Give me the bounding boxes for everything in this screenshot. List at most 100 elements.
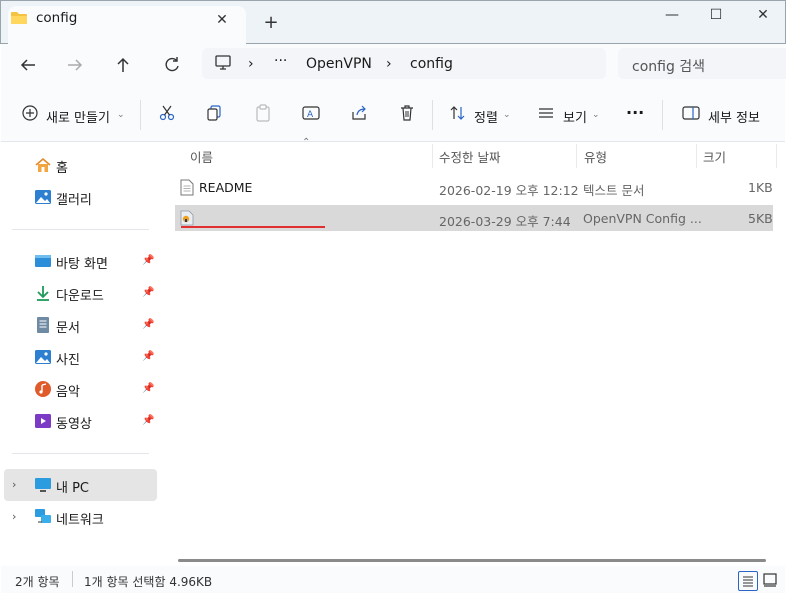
view-button[interactable]: 보기 [563, 107, 587, 126]
download-icon [34, 284, 52, 304]
tab-close-button[interactable]: ✕ [211, 9, 233, 31]
up-button[interactable] [112, 54, 134, 76]
forward-button[interactable] [64, 54, 86, 76]
breadcrumb-separator[interactable]: › [248, 56, 254, 72]
divider [140, 100, 141, 130]
address-bar[interactable] [202, 48, 606, 79]
expand-chevron-icon[interactable]: › [12, 478, 16, 491]
network-icon [34, 508, 52, 528]
nav-item-network[interactable]: 네트워크 [56, 509, 104, 528]
pin-icon: 📌 [142, 287, 155, 298]
forward-arrow-icon [68, 59, 83, 71]
file-type: 텍스트 문서 [583, 183, 645, 198]
pin-icon: 📌 [142, 351, 155, 362]
close-window-button[interactable]: ✕ [750, 5, 776, 25]
column-header-size[interactable]: 크기 [703, 147, 726, 166]
details-pane-icon [682, 104, 702, 124]
sort-up-icon: ⌃ [302, 137, 311, 148]
new-tab-button[interactable]: + [261, 13, 281, 33]
videos-icon [34, 412, 52, 432]
divider [662, 100, 663, 130]
file-type: OpenVPN Config ... [583, 211, 702, 226]
column-header-modified[interactable]: 수정한 날짜 [439, 147, 500, 166]
new-button[interactable]: 새로 만들기 [46, 107, 110, 126]
delete-icon[interactable] [398, 104, 418, 124]
column-divider[interactable] [696, 144, 697, 168]
chevron-down-icon: ⌄ [503, 110, 511, 120]
paste-icon[interactable] [254, 104, 274, 124]
pin-icon: 📌 [142, 383, 155, 394]
cut-icon[interactable] [158, 104, 178, 124]
tab-title: config [36, 10, 78, 26]
back-button[interactable] [17, 54, 39, 76]
computer-icon [34, 476, 52, 496]
column-divider[interactable] [432, 144, 433, 168]
nav-item-this-pc-label: 내 PC [56, 481, 90, 496]
breadcrumb-separator[interactable]: › [386, 56, 392, 72]
pin-icon: 📌 [142, 319, 155, 330]
red-underline-annotation [181, 226, 325, 228]
nav-item-videos[interactable]: 동영상 [56, 413, 92, 432]
nav-divider [12, 229, 149, 230]
sort-icon [449, 104, 469, 124]
horizontal-scrollbar[interactable] [178, 559, 766, 562]
refresh-button[interactable] [161, 54, 183, 76]
computer-icon [214, 55, 232, 71]
nav-item-music[interactable]: 음악 [56, 381, 80, 400]
nav-divider [12, 453, 149, 454]
up-arrow-icon [117, 57, 129, 72]
text-file-icon [180, 179, 194, 196]
file-modified: 2026-02-19 오후 12:12 [439, 183, 579, 198]
item-count: 2개 항목 [15, 575, 60, 589]
nav-item-documents[interactable]: 문서 [56, 317, 80, 336]
nav-item-desktop[interactable]: 바탕 화면 [56, 253, 108, 272]
gallery-icon [34, 188, 52, 208]
music-icon [34, 380, 52, 400]
chevron-down-icon: ⌄ [592, 110, 600, 120]
status-divider [72, 571, 73, 587]
folder-icon [10, 10, 28, 26]
refresh-icon [165, 57, 179, 72]
nav-item-gallery[interactable]: 갤러리 [56, 189, 92, 208]
column-divider[interactable] [576, 144, 577, 168]
column-header-name[interactable]: 이름 [190, 147, 213, 166]
selection-info: 1개 항목 선택함 4.96KB [84, 575, 213, 589]
share-icon[interactable] [350, 104, 370, 124]
expand-chevron-icon[interactable]: › [12, 510, 16, 523]
search-input[interactable]: config 검색 [632, 56, 705, 76]
pin-icon: 📌 [142, 255, 155, 266]
large-icons-view-button[interactable] [761, 571, 781, 591]
home-icon [34, 156, 52, 176]
pin-icon: 📌 [142, 415, 155, 426]
desktop-icon [34, 252, 52, 272]
nav-item-home[interactable]: 홈 [56, 157, 68, 176]
minimize-button[interactable]: — [659, 5, 685, 25]
file-modified: 2026-03-29 오후 7:44 [439, 214, 571, 229]
view-icon [537, 104, 557, 124]
rename-icon[interactable]: A [302, 104, 322, 124]
divider [432, 100, 433, 130]
details-view-button[interactable] [738, 571, 758, 591]
more-options-button[interactable]: ··· [626, 103, 644, 122]
copy-icon[interactable] [205, 104, 225, 124]
chevron-down-icon: ⌄ [117, 110, 125, 120]
file-name: README [199, 180, 253, 195]
openvpn-config-icon [180, 210, 194, 226]
breadcrumb-more[interactable]: ··· [274, 53, 287, 69]
breadcrumb-item-config[interactable]: config [410, 56, 453, 72]
breadcrumb-item-openvpn[interactable]: OpenVPN [306, 56, 372, 72]
sort-button[interactable]: 정렬 [474, 107, 498, 126]
new-icon [21, 104, 41, 124]
back-arrow-icon [20, 59, 35, 71]
nav-item-downloads[interactable]: 다운로드 [56, 285, 104, 304]
column-header-type[interactable]: 유형 [584, 147, 607, 166]
column-divider[interactable] [776, 144, 777, 168]
documents-icon [34, 316, 52, 336]
file-size: 1KB [748, 180, 773, 195]
maximize-button[interactable]: ☐ [703, 5, 729, 25]
details-view-icon [743, 576, 753, 587]
tiles-view-icon [763, 573, 777, 587]
file-size: 5KB [748, 211, 773, 226]
details-button[interactable]: 세부 정보 [708, 107, 760, 126]
nav-item-pictures[interactable]: 사진 [56, 349, 80, 368]
